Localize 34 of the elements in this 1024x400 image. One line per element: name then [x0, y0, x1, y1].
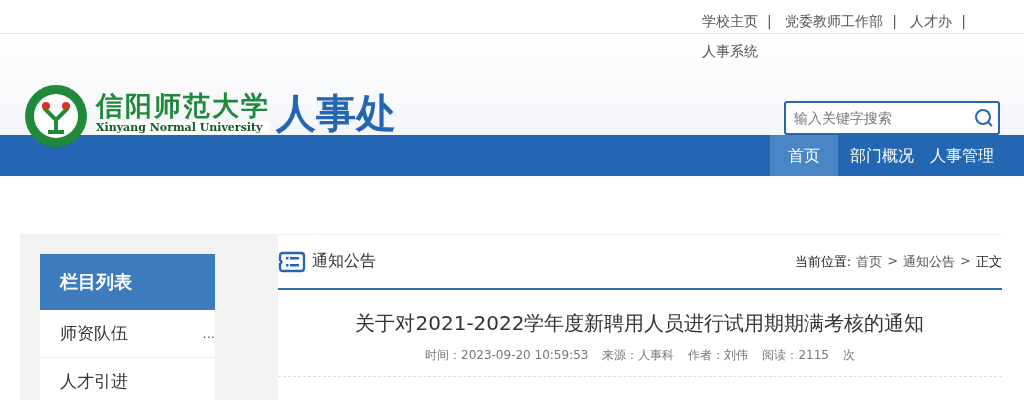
nav-tab[interactable]: 部门概况	[842, 135, 922, 176]
article-meta: 阅读：2115	[762, 347, 829, 364]
separator: |	[767, 13, 772, 29]
list-icon	[278, 250, 306, 273]
section-title: 通知公告	[312, 251, 376, 272]
separator: |	[961, 13, 967, 29]
breadcrumb-separator: >	[887, 252, 899, 270]
search-icon[interactable]	[974, 108, 994, 128]
site-title: 人事处	[276, 91, 396, 135]
breadcrumb-separator: >	[960, 252, 971, 270]
article-meta: 作者：刘伟	[688, 347, 749, 364]
breadcrumb-link[interactable]: 通知公告	[903, 252, 956, 271]
top-link[interactable]: 党委教师工作部	[785, 13, 884, 29]
separator: |	[892, 13, 897, 29]
university-name: 信阳师范大学	[96, 91, 270, 121]
top-link[interactable]: 人事系统	[702, 43, 758, 59]
article-meta: 时间：2023-09-20 10:59:53	[425, 347, 589, 364]
search-field[interactable]: 输入关键字搜索	[784, 101, 1000, 135]
top-link[interactable]: 学校主页	[702, 13, 758, 29]
breadcrumb-link[interactable]: 正文	[976, 252, 1002, 271]
sidebar-item[interactable]: 人才引进	[40, 358, 215, 400]
breadcrumb-link[interactable]: 首页	[856, 252, 883, 271]
article-meta: 次	[843, 347, 855, 364]
top-link[interactable]: 人才办	[910, 13, 953, 29]
sidebar-heading: 栏目列表	[40, 254, 215, 310]
nav-tab[interactable]: 人事管理	[922, 135, 1002, 176]
nav-tab[interactable]: 首页	[770, 135, 838, 176]
sidebar-item[interactable]: 师资队伍 ...	[40, 310, 215, 358]
article-meta: 来源：人事科	[602, 347, 675, 364]
emblem-icon	[24, 84, 88, 148]
search-input[interactable]: 输入关键字搜索	[786, 109, 974, 127]
university-name-english: Xinyang Normal University	[96, 121, 270, 134]
article-title: 关于对2021-2022学年度新聘用人员进行试用期期满考核的通知	[354, 310, 926, 337]
breadcrumb-label: 当前位置:	[794, 252, 852, 271]
